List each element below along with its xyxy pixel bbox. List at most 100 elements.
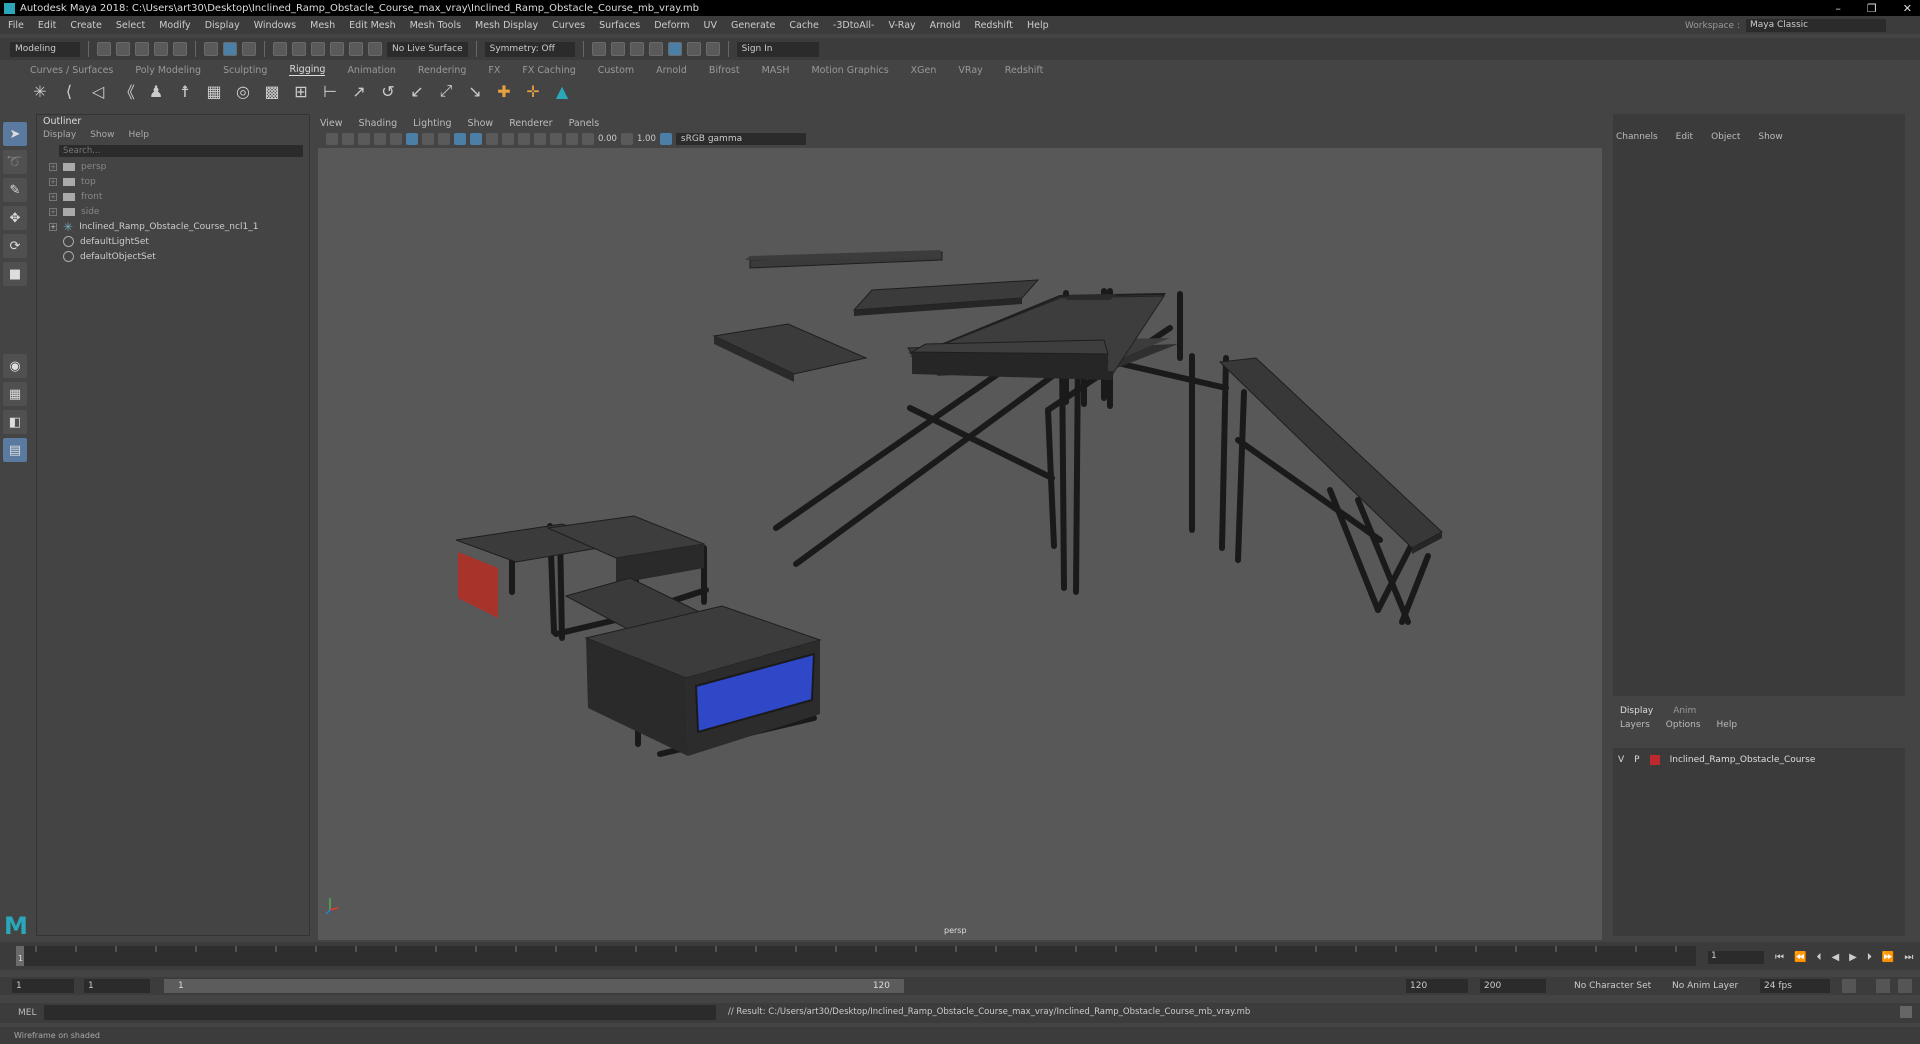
cluster-icon[interactable]: ▩ [262, 81, 282, 101]
snap-point-icon[interactable] [311, 42, 325, 56]
four-view-icon[interactable]: ▦ [3, 382, 27, 406]
tab-display-layers[interactable]: Display [1620, 706, 1653, 716]
outliner-item-objectset[interactable]: defaultObjectSet [37, 249, 309, 264]
shelf-tab-motion-graphics[interactable]: Motion Graphics [811, 65, 888, 76]
outliner-item-lightset[interactable]: defaultLightSet [37, 234, 309, 249]
menu-display[interactable]: Display [205, 20, 240, 31]
menu-windows[interactable]: Windows [254, 20, 296, 31]
expand-icon[interactable]: + [49, 207, 57, 216]
menu-modify[interactable]: Modify [159, 20, 190, 31]
channel-menu-object[interactable]: Object [1711, 132, 1740, 142]
snap-surface-icon[interactable] [349, 42, 363, 56]
viewport-menu-view[interactable]: View [320, 118, 343, 129]
render-frame-icon[interactable] [610, 42, 625, 56]
outliner-item-front[interactable]: + front [37, 189, 309, 204]
menu-file[interactable]: File [8, 20, 24, 31]
undo-icon[interactable] [154, 42, 168, 56]
menu-help[interactable]: Help [1027, 20, 1049, 31]
rotate-tool-icon[interactable]: ⟳ [3, 234, 27, 258]
step-back-key-icon[interactable]: ⏪ [1794, 952, 1806, 963]
menu-generate[interactable]: Generate [731, 20, 775, 31]
isolate-select-icon[interactable] [550, 133, 562, 145]
shadows-icon[interactable] [518, 133, 530, 145]
shelf-tab-curves-surfaces[interactable]: Curves / Surfaces [30, 65, 113, 76]
mel-input[interactable] [44, 1005, 716, 1020]
smooth-shade-icon[interactable] [454, 133, 466, 145]
constraint-parent-icon[interactable]: ↙ [407, 81, 427, 101]
new-scene-icon[interactable] [97, 42, 111, 56]
menu-create[interactable]: Create [70, 20, 102, 31]
create-joints-icon[interactable]: ✳ [30, 81, 50, 101]
layer-menu-layers[interactable]: Layers [1620, 720, 1650, 730]
bind-skin-icon[interactable]: 《 [117, 81, 137, 102]
grid-icon[interactable] [390, 133, 402, 145]
expand-icon[interactable]: + [49, 222, 57, 231]
range-slider[interactable]: 1 120 [164, 979, 904, 993]
outliner-item-persp[interactable]: + persp [37, 159, 309, 174]
layer-menu-options[interactable]: Options [1666, 720, 1701, 730]
select-hierarchy-icon[interactable] [204, 42, 218, 56]
anim-prefs-icon[interactable] [1898, 979, 1912, 993]
go-to-end-icon[interactable]: ⏭ [1904, 952, 1913, 963]
vray-render-icon[interactable] [686, 42, 701, 56]
outliner-item-top[interactable]: + top [37, 174, 309, 189]
step-back-frame-icon[interactable]: ⏴ [1816, 952, 1821, 963]
menu-surfaces[interactable]: Surfaces [599, 20, 640, 31]
select-tool-icon[interactable]: ➤ [3, 122, 27, 146]
shelf-tab-bifrost[interactable]: Bifrost [709, 65, 740, 76]
menu-select[interactable]: Select [116, 20, 145, 31]
save-scene-icon[interactable] [135, 42, 149, 56]
scale-tool-icon[interactable]: ■ [3, 262, 27, 286]
close-button[interactable]: ✕ [1903, 2, 1912, 15]
layer-name[interactable]: Inclined_Ramp_Obstacle_Course [1670, 755, 1816, 765]
move-tool-icon[interactable]: ✥ [3, 206, 27, 230]
constraint-pole-icon[interactable]: ↘ [465, 81, 485, 101]
step-forward-frame-icon[interactable]: ⏵ [1867, 952, 1872, 963]
outliner-menu-display[interactable]: Display [43, 130, 76, 140]
humanik-icon[interactable]: ☨ [175, 81, 195, 101]
menu-3dtoall[interactable]: -3DtoAll- [833, 20, 875, 31]
menu-cache[interactable]: Cache [789, 20, 819, 31]
shelf-tab-fx-caching[interactable]: FX Caching [522, 65, 575, 76]
colorspace-dropdown[interactable]: sRGB gamma [675, 133, 806, 145]
viewport-menu-panels[interactable]: Panels [569, 118, 600, 129]
menu-redshift[interactable]: Redshift [974, 20, 1013, 31]
ambient-occlusion-icon[interactable] [534, 133, 546, 145]
ik-handle-icon[interactable]: ⟨ [59, 81, 79, 101]
layer-color-swatch[interactable] [1649, 754, 1660, 765]
paint-weights-icon[interactable]: ▦ [204, 81, 224, 101]
outliner-menu-help[interactable]: Help [128, 130, 149, 140]
workspace-dropdown[interactable]: Maya Classic [1746, 19, 1886, 32]
shelf-tab-redshift[interactable]: Redshift [1005, 65, 1044, 76]
current-frame-field[interactable]: 1 [1708, 951, 1764, 964]
snap-grid-icon[interactable] [273, 42, 287, 56]
playback-end-field[interactable]: 120 [1406, 979, 1468, 993]
mash-icon[interactable]: ▲ [552, 81, 572, 101]
viewport-menu-lighting[interactable]: Lighting [413, 118, 451, 129]
fps-dropdown[interactable]: 24 fps [1760, 979, 1830, 993]
shelf-tab-vray[interactable]: VRay [958, 65, 982, 76]
channel-menu-show[interactable]: Show [1758, 132, 1782, 142]
paint-select-icon[interactable]: ✎ [3, 178, 27, 202]
color-management-icon[interactable] [659, 133, 672, 145]
outliner-persp-icon[interactable]: ◧ [3, 410, 27, 434]
render-settings-icon[interactable] [648, 42, 663, 56]
play-forward-icon[interactable]: ▶ [1849, 952, 1857, 963]
menu-deform[interactable]: Deform [654, 20, 689, 31]
shelf-tab-rendering[interactable]: Rendering [418, 65, 467, 76]
shelf-tab-fx[interactable]: FX [488, 65, 500, 76]
ipr-render-icon[interactable] [629, 42, 644, 56]
layout-icon[interactable]: ▤ [3, 438, 27, 462]
snap-curve-icon[interactable] [292, 42, 306, 56]
shelf-tab-arnold[interactable]: Arnold [656, 65, 687, 76]
auto-key-icon[interactable] [1876, 979, 1890, 993]
xray-icon[interactable] [566, 133, 578, 145]
step-forward-key-icon[interactable]: ⏩ [1882, 952, 1894, 963]
viewport-menu-renderer[interactable]: Renderer [509, 118, 552, 129]
skeleton-icon[interactable]: ♟ [146, 81, 166, 101]
shelf-tab-poly-modeling[interactable]: Poly Modeling [135, 65, 201, 76]
lattice-icon[interactable]: ◎ [233, 81, 253, 101]
anim-layer-dropdown[interactable]: No Anim Layer [1668, 979, 1750, 993]
maximize-button[interactable]: ❐ [1867, 2, 1877, 15]
open-scene-icon[interactable] [116, 42, 130, 56]
